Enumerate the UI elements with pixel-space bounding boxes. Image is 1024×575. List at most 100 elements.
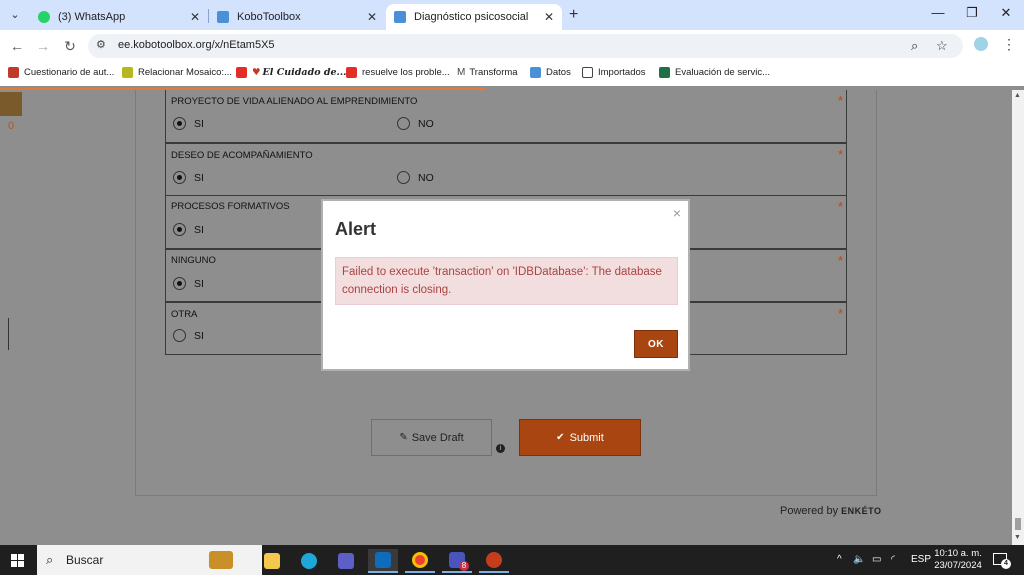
tab-title: Diagnóstico psicosocial [414, 11, 529, 23]
button-label: Save Draft [411, 431, 464, 444]
forward-icon[interactable]: → [34, 38, 52, 54]
tab-kobotoolbox[interactable]: KoboToolbox ✕ [209, 4, 385, 30]
bookmark-item[interactable]: resuelve los proble... [346, 67, 450, 78]
outlook-icon[interactable] [368, 549, 398, 573]
battery-icon[interactable]: ▭ [872, 554, 881, 565]
radio-button[interactable] [173, 329, 186, 342]
volume-icon[interactable]: 🔈 [853, 554, 865, 565]
menu-kebab-icon[interactable]: ⋮ [1002, 36, 1016, 53]
ok-button[interactable]: OK [634, 330, 678, 358]
bookmark-item[interactable]: M Transforma [457, 67, 518, 78]
radio-button[interactable] [173, 277, 186, 290]
page-scrollbar[interactable]: ▲ ▼ [1012, 90, 1024, 545]
bookmark-label: Importados [598, 67, 646, 78]
radio-option-si[interactable]: SI [173, 329, 204, 342]
radio-option-si[interactable]: SI [173, 277, 204, 290]
windows-start-icon[interactable] [11, 554, 24, 567]
taskbar-search[interactable]: ⌕ Buscar [37, 545, 262, 575]
kobotoolbox-icon [530, 67, 541, 78]
zoom-icon[interactable]: ⌕ [911, 38, 918, 54]
back-icon[interactable]: ← [8, 38, 26, 54]
forms-icon [659, 67, 670, 78]
option-label: SI [194, 329, 204, 342]
option-label: SI [194, 171, 204, 184]
radio-option-si[interactable]: SI [173, 117, 204, 130]
powerpoint-icon[interactable] [479, 549, 509, 573]
bookmark-label: Datos [546, 67, 571, 78]
info-icon[interactable]: i [496, 444, 505, 453]
dialog-title: Alert [335, 219, 377, 239]
bookmark-item[interactable]: Cuestionario de aut... [8, 67, 114, 78]
scroll-thumb[interactable] [1015, 518, 1021, 530]
site-info-icon[interactable]: ⚙ [96, 38, 106, 51]
queue-count: 0 [8, 120, 15, 132]
error-message: Failed to execute 'transaction' on 'IDBD… [335, 257, 678, 305]
radio-option-si[interactable]: SI [173, 171, 204, 184]
radio-button[interactable] [397, 117, 410, 130]
bookmark-item[interactable]: Relacionar Mosaico:... [122, 67, 232, 78]
submit-button[interactable]: ✔ Submit [519, 419, 641, 456]
radio-button[interactable] [397, 171, 410, 184]
minimize-button[interactable]: — [928, 5, 948, 20]
radio-option-no[interactable]: NO [397, 171, 434, 184]
clock[interactable]: 10:10 a. m. 23/07/2024 [932, 548, 984, 572]
kobotoolbox-icon [394, 11, 406, 23]
show-hidden-icons-icon[interactable]: ^ [837, 554, 842, 565]
enketo-logo[interactable]: ENKÉTO [841, 506, 881, 516]
bookmark-folder[interactable]: Importados [582, 67, 646, 78]
teams-work-icon[interactable]: 8 [442, 549, 472, 573]
address-bar[interactable]: ⚙ ee.kobotoolbox.org/x/nEtam5X5 ⌕ ☆ [88, 34, 963, 58]
bookmark-label: resuelve los proble... [362, 67, 450, 78]
teams-icon[interactable] [331, 549, 361, 573]
close-icon[interactable]: ✕ [544, 10, 554, 24]
restore-button[interactable]: ❐ [962, 5, 982, 21]
question-proyecto-de-vida: PROYECTO DE VIDA ALIENADO AL EMPRENDIMIE… [165, 90, 847, 143]
tab-diagnostico[interactable]: Diagnóstico psicosocial ✕ [386, 4, 562, 30]
close-icon[interactable]: × [673, 205, 681, 221]
bookmark-item[interactable]: Evaluación de servic... [659, 67, 770, 78]
new-tab-button[interactable]: + [569, 6, 578, 24]
radio-option-si[interactable]: SI [173, 223, 204, 236]
tab-title: KoboToolbox [237, 11, 301, 23]
bookmark-item[interactable]: ♥ El Cuidado de... [236, 67, 346, 78]
bookmark-item[interactable]: Datos [530, 67, 571, 78]
save-draft-button[interactable]: ✎ Save Draft [371, 419, 492, 456]
tab-search-button[interactable]: ⌄ [6, 6, 24, 24]
search-placeholder: Buscar [66, 553, 104, 567]
wifi-icon[interactable]: ◜ [891, 554, 895, 565]
tab-whatsapp[interactable]: (3) WhatsApp ✕ [30, 4, 208, 30]
required-marker: * [837, 93, 843, 108]
radio-button[interactable] [173, 117, 186, 130]
chrome-icon[interactable] [405, 549, 435, 573]
bookmark-label: Cuestionario de aut... [24, 67, 115, 78]
question-deseo-acompanamiento: DESEO DE ACOMPAÑAMIENTO * SI NO [165, 143, 847, 196]
window-close-button[interactable]: ✕ [996, 5, 1016, 21]
file-explorer-icon[interactable] [257, 549, 287, 573]
offline-queue-icon[interactable] [0, 92, 22, 116]
clock-date: 23/07/2024 [934, 560, 982, 571]
tab-strip: ⌄ (3) WhatsApp ✕ KoboToolbox ✕ Diagnósti… [0, 0, 1024, 30]
radio-button[interactable] [173, 223, 186, 236]
youtube-icon [236, 67, 247, 78]
radio-option-no[interactable]: NO [397, 117, 434, 130]
profile-avatar-icon[interactable] [974, 37, 988, 51]
language-indicator[interactable]: ESP [911, 554, 931, 565]
kobotoolbox-icon [217, 11, 229, 23]
radio-button[interactable] [173, 171, 186, 184]
bookmark-label: Relacionar Mosaico:... [138, 67, 232, 78]
edge-icon[interactable] [294, 549, 324, 573]
bookmark-favicon-icon [122, 67, 133, 78]
close-icon[interactable]: ✕ [190, 10, 200, 24]
bookmark-label: El Cuidado de... [262, 67, 347, 78]
option-label: NO [418, 171, 434, 184]
bookmark-star-icon[interactable]: ☆ [936, 38, 948, 54]
reload-icon[interactable]: ↻ [61, 38, 79, 55]
option-label: NO [418, 117, 434, 130]
scroll-down-icon[interactable]: ▼ [1014, 534, 1021, 541]
alert-dialog: Alert × Failed to execute 'transaction' … [321, 199, 690, 371]
scroll-up-icon[interactable]: ▲ [1014, 92, 1021, 99]
question-label: PROCESOS FORMATIVOS [171, 201, 290, 212]
notification-count: 4 [1001, 559, 1011, 569]
question-label: NINGUNO [171, 255, 216, 266]
close-icon[interactable]: ✕ [367, 10, 377, 24]
